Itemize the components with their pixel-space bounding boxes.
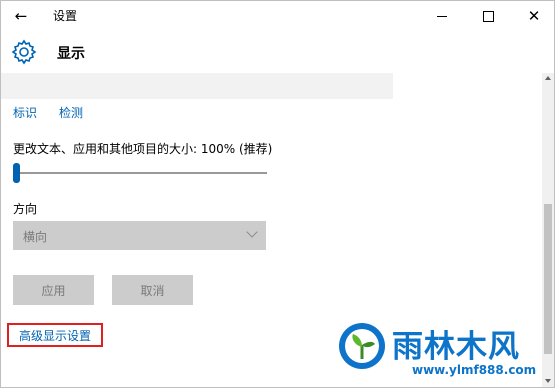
maximize-icon xyxy=(482,10,494,22)
detect-link[interactable]: 检测 xyxy=(59,104,83,121)
chevron-down-icon xyxy=(246,226,258,238)
orientation-label: 方向 xyxy=(13,202,38,216)
back-arrow-icon: ← xyxy=(14,7,28,25)
watermark-url: www.ylmf888.com xyxy=(412,363,537,377)
back-button[interactable]: ← xyxy=(9,5,33,27)
window-title: 设置 xyxy=(53,9,78,23)
advanced-display-settings-link[interactable]: 高级显示设置 xyxy=(19,327,91,344)
watermark: 雨林木风 www.ylmf888.com xyxy=(337,319,552,387)
display-preview xyxy=(1,73,393,99)
page-title: 显示 xyxy=(57,46,85,62)
apply-button[interactable]: 应用 xyxy=(13,275,94,305)
advanced-settings-highlight: 高级显示设置 xyxy=(7,323,103,347)
close-button[interactable]: ✕ xyxy=(511,1,555,31)
scale-label: 更改文本、应用和其他项目的大小: 100% (推荐) xyxy=(13,142,273,156)
orientation-selected-value: 横向 xyxy=(23,230,48,244)
title-bar: ← 设置 ✕ xyxy=(1,1,554,31)
settings-window: ← 设置 ✕ 显示 标识 检测 更改文本、应用和其他项目的大小: 100% (推… xyxy=(0,0,555,388)
minimize-button[interactable] xyxy=(419,1,465,31)
slider-thumb[interactable] xyxy=(13,163,20,183)
watermark-logo-icon xyxy=(339,323,385,369)
gear-icon xyxy=(11,39,37,65)
slider-track xyxy=(13,172,267,174)
maximize-button[interactable] xyxy=(465,1,511,31)
orientation-select[interactable]: 横向 xyxy=(13,221,266,250)
scroll-up-icon[interactable] xyxy=(545,76,551,80)
scale-slider[interactable] xyxy=(13,162,267,184)
page-header: 显示 xyxy=(1,31,554,73)
watermark-brand: 雨林木风 xyxy=(392,329,520,365)
identify-link[interactable]: 标识 xyxy=(13,104,37,121)
close-icon: ✕ xyxy=(527,6,541,25)
cancel-button[interactable]: 取消 xyxy=(112,275,193,305)
minimize-icon xyxy=(437,15,447,17)
